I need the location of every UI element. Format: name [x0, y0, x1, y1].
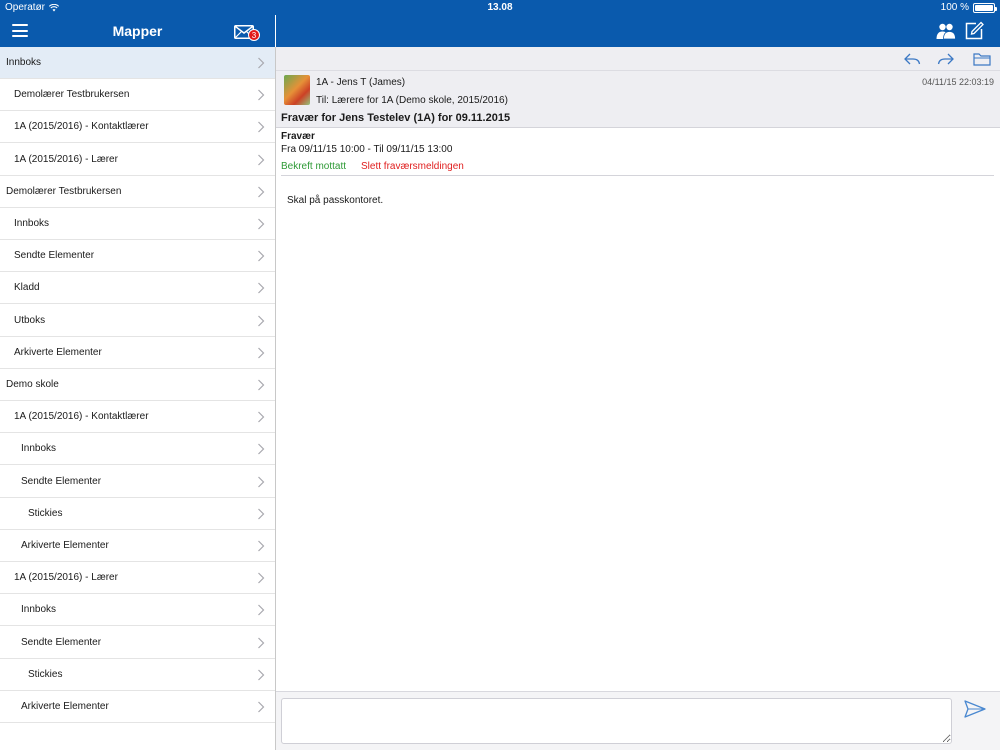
folder-label: Innboks	[21, 604, 57, 616]
folder-label: Innboks	[14, 218, 50, 229]
people-icon[interactable]	[936, 22, 956, 40]
status-bar: Operatør 13.08 100 %	[0, 0, 1000, 15]
chevron-right-icon	[258, 637, 265, 649]
reply-bar	[276, 691, 1000, 750]
folder-item[interactable]: Utboks	[0, 305, 275, 337]
pane-divider	[275, 47, 276, 750]
folder-label: Stickies	[28, 668, 63, 680]
folder-item[interactable]: Demolærer Testbrukersen	[0, 176, 275, 208]
sender-avatar	[284, 75, 310, 105]
reply-icon[interactable]	[903, 51, 921, 67]
folder-item[interactable]: 1A (2015/2016) - Kontaktlærer	[0, 401, 275, 434]
unread-count-badge: 3	[248, 29, 260, 41]
folder-label: Stickies	[28, 507, 63, 519]
chevron-right-icon	[258, 379, 265, 391]
confirm-received-link[interactable]: Bekreft mottatt	[281, 161, 346, 172]
folder-label: Sendte Elementer	[21, 636, 102, 648]
folder-item[interactable]: Sendte Elementer	[0, 627, 275, 659]
folder-item[interactable]: Arkiverte Elementer	[0, 530, 275, 562]
chevron-right-icon	[258, 250, 265, 262]
chevron-right-icon	[258, 218, 265, 230]
folder-item[interactable]: Innboks	[0, 433, 275, 466]
carrier-indicator: Operatør	[5, 2, 60, 13]
chevron-right-icon	[258, 701, 265, 713]
folder-icon[interactable]	[973, 51, 991, 67]
folder-item[interactable]: 1A (2015/2016) - Lærer	[0, 562, 275, 595]
chevron-right-icon	[258, 315, 265, 327]
chevron-right-icon	[258, 572, 265, 584]
absence-details: Fravær Fra 09/11/15 10:00 - Til 09/11/15…	[281, 131, 994, 176]
send-icon[interactable]	[964, 700, 986, 718]
folders-nav-bar: Mapper	[0, 15, 275, 47]
folder-label: 1A (2015/2016) - Kontaktlærer	[14, 121, 149, 133]
message-body: Skal på passkontoret.	[287, 195, 384, 206]
message-toolbar	[276, 47, 1000, 71]
battery-percent: 100 %	[940, 2, 969, 13]
folder-item[interactable]: Innboks	[0, 47, 275, 79]
chevron-right-icon	[258, 282, 265, 294]
folder-item[interactable]: Kladd	[0, 272, 275, 305]
wifi-icon	[49, 3, 60, 11]
message-date: 04/11/15 22:03:19	[922, 77, 994, 87]
folder-label: Utboks	[14, 314, 46, 326]
chevron-right-icon	[258, 186, 265, 198]
folder-item[interactable]: Arkiverte Elementer	[0, 337, 275, 369]
folder-label: Arkiverte Elementer	[21, 701, 109, 712]
folder-label: Demo skole	[6, 379, 59, 390]
message-recipients: Til: Lærere for 1A (Demo skole, 2015/201…	[316, 95, 508, 106]
folder-item[interactable]: Demo skole	[0, 369, 275, 401]
carrier-name: Operatør	[5, 2, 46, 13]
folder-item[interactable]: Stickies	[0, 659, 275, 691]
folder-item[interactable]: Sendte Elementer	[0, 240, 275, 273]
message-subject: Fravær for Jens Testelev (1A) for 09.11.…	[281, 112, 511, 124]
delete-absence-link[interactable]: Slett fraværsmeldingen	[361, 161, 464, 172]
folder-label: 1A (2015/2016) - Lærer	[14, 153, 118, 165]
message-nav-bar	[276, 15, 1000, 47]
folder-label: Sendte Elementer	[21, 475, 102, 487]
reply-input[interactable]	[281, 698, 952, 744]
folder-label: Demolærer Testbrukersen	[14, 89, 130, 101]
folder-label: Kladd	[14, 282, 40, 294]
chevron-right-icon	[258, 57, 265, 69]
absence-period: Fra 09/11/15 10:00 - Til 09/11/15 13:00	[281, 144, 453, 155]
chevron-right-icon	[258, 121, 265, 133]
chevron-right-icon	[258, 347, 265, 359]
folder-label: Sendte Elementer	[14, 250, 95, 262]
compose-icon[interactable]	[964, 21, 984, 41]
chevron-right-icon	[258, 154, 265, 166]
folder-item[interactable]: Demolærer Testbrukersen	[0, 79, 275, 112]
chevron-right-icon	[258, 669, 265, 681]
folder-label: 1A (2015/2016) - Lærer	[14, 572, 118, 584]
chevron-right-icon	[258, 89, 265, 101]
battery-icon	[973, 2, 997, 13]
folder-label: Innboks	[21, 443, 57, 455]
folder-item[interactable]: 1A (2015/2016) - Kontaktlærer	[0, 111, 275, 144]
message-sender: 1A - Jens T (James)	[316, 77, 406, 88]
folder-label: Innboks	[6, 57, 42, 68]
folder-item[interactable]: Innboks	[0, 208, 275, 240]
clock: 13.08	[487, 2, 513, 13]
folder-label: Demolærer Testbrukersen	[6, 185, 122, 197]
folder-label: Arkiverte Elementer	[14, 346, 102, 358]
chevron-right-icon	[258, 411, 265, 423]
folder-label: 1A (2015/2016) - Kontaktlærer	[14, 411, 149, 423]
forward-icon[interactable]	[937, 51, 955, 67]
chevron-right-icon	[258, 443, 265, 455]
folder-item[interactable]: Arkiverte Elementer	[0, 691, 275, 723]
folder-item[interactable]: Stickies	[0, 498, 275, 530]
chevron-right-icon	[258, 604, 265, 616]
chevron-right-icon	[258, 540, 265, 552]
folder-item[interactable]: Innboks	[0, 594, 275, 627]
absence-title: Fravær	[281, 131, 315, 142]
folder-item[interactable]: 1A (2015/2016) - Lærer	[0, 144, 275, 176]
folder-label: Arkiverte Elementer	[21, 540, 109, 551]
message-header: 1A - Jens T (James) Til: Lærere for 1A (…	[276, 71, 1000, 128]
folder-list: Innboks Demolærer Testbrukersen 1A (2015/2…	[0, 47, 275, 750]
chevron-right-icon	[258, 508, 265, 520]
battery-indicator: 100 %	[940, 2, 997, 13]
chevron-right-icon	[258, 476, 265, 488]
folder-item[interactable]: Sendte Elementer	[0, 466, 275, 498]
